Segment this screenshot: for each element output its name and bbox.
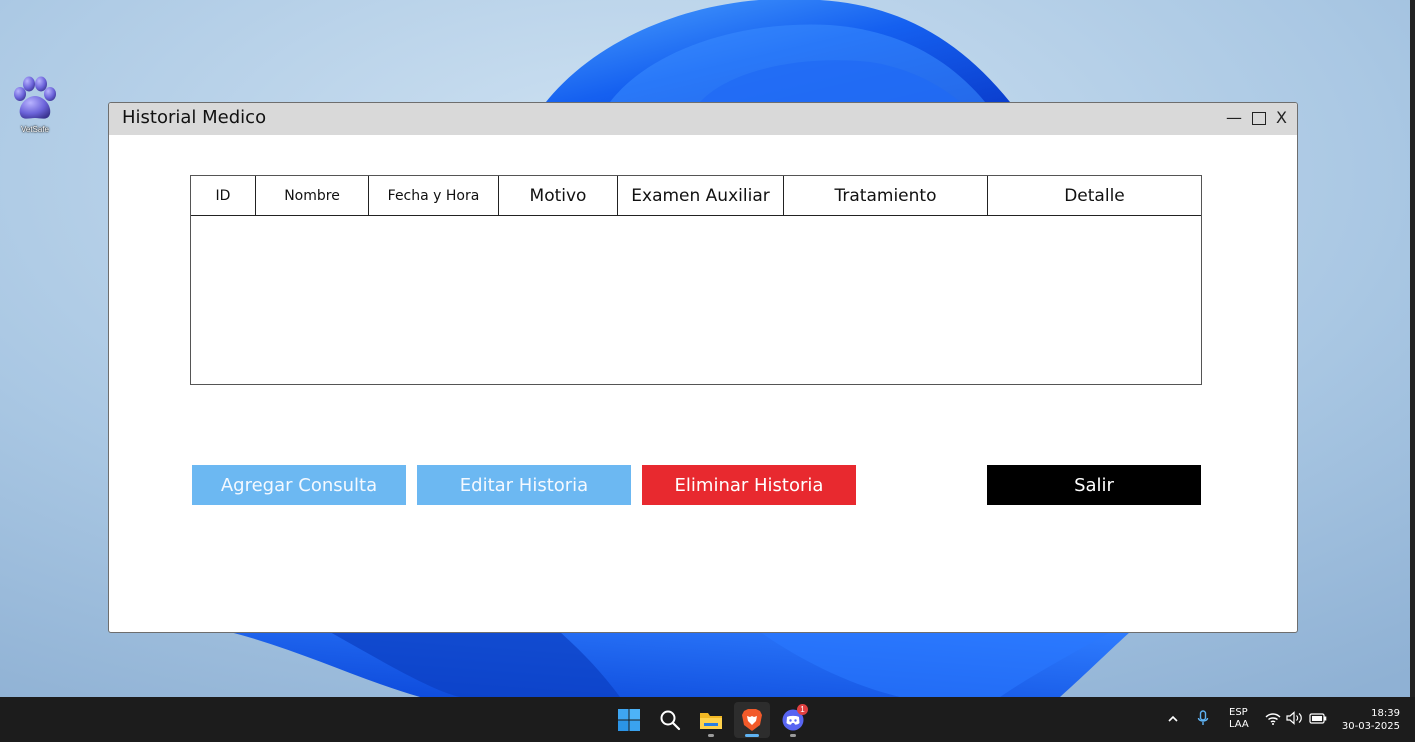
salir-button[interactable]: Salir — [987, 465, 1201, 505]
window-title: Historial Medico — [122, 107, 267, 128]
running-indicator — [708, 734, 714, 737]
language-indicator[interactable]: ESP LAA — [1229, 707, 1249, 731]
brave-icon — [742, 709, 762, 731]
column-header-examen-auxiliar[interactable]: Examen Auxiliar — [618, 176, 784, 215]
column-header-detalle[interactable]: Detalle — [988, 176, 1201, 215]
taskbar-apps: 1 — [611, 702, 811, 738]
volume-icon[interactable] — [1286, 711, 1304, 725]
paw-icon — [14, 76, 56, 119]
language-code: ESP — [1229, 707, 1248, 718]
clock-date: 30-03-2025 — [1341, 721, 1400, 732]
file-explorer-icon — [700, 713, 722, 729]
window-controls: — X — [1226, 107, 1287, 129]
wifi-icon[interactable] — [1265, 712, 1281, 726]
column-header-motivo[interactable]: Motivo — [499, 176, 618, 215]
running-indicator — [790, 734, 796, 737]
clock-time: 18:39 — [1371, 708, 1400, 719]
search-icon — [660, 710, 681, 731]
chevron-up-icon[interactable] — [1167, 713, 1179, 725]
desktop-shortcut-vetsafe[interactable]: VetSafe — [6, 74, 64, 134]
column-header-fecha-hora[interactable]: Fecha y Hora — [369, 176, 499, 215]
taskbar: 1 — [0, 697, 1415, 742]
start-button[interactable] — [611, 702, 647, 738]
maximize-button[interactable] — [1252, 111, 1267, 125]
active-indicator — [745, 734, 759, 737]
desktop-icon-label: VetSafe — [20, 125, 50, 134]
screen-edge — [1410, 0, 1415, 697]
column-header-nombre[interactable]: Nombre — [256, 176, 369, 215]
historial-medico-window: Historial Medico — X ID Nombre Fecha y H… — [108, 102, 1298, 633]
file-explorer-button[interactable] — [693, 702, 729, 738]
microphone-icon[interactable] — [1197, 710, 1209, 727]
system-clock[interactable]: 18:39 30-03-2025 — [1342, 707, 1400, 733]
column-header-tratamiento[interactable]: Tratamiento — [784, 176, 988, 215]
battery-icon[interactable] — [1309, 713, 1327, 724]
editar-historia-button[interactable]: Editar Historia — [417, 465, 631, 505]
search-button[interactable] — [652, 702, 688, 738]
history-table[interactable]: ID Nombre Fecha y Hora Motivo Examen Aux… — [190, 175, 1202, 385]
start-icon — [618, 709, 640, 731]
column-header-id[interactable]: ID — [191, 176, 256, 215]
agregar-consulta-button[interactable]: Agregar Consulta — [192, 465, 406, 505]
minimize-button[interactable]: — — [1226, 107, 1242, 129]
table-body[interactable] — [191, 216, 1201, 384]
title-bar[interactable]: Historial Medico — X — [109, 103, 1297, 135]
discord-button[interactable]: 1 — [775, 702, 811, 738]
notification-badge: 1 — [797, 704, 808, 715]
close-button[interactable]: X — [1276, 107, 1287, 129]
eliminar-historia-button[interactable]: Eliminar Historia — [642, 465, 856, 505]
brave-button[interactable] — [734, 702, 770, 738]
table-header: ID Nombre Fecha y Hora Motivo Examen Aux… — [191, 176, 1201, 216]
keyboard-layout: LAA — [1229, 719, 1249, 730]
